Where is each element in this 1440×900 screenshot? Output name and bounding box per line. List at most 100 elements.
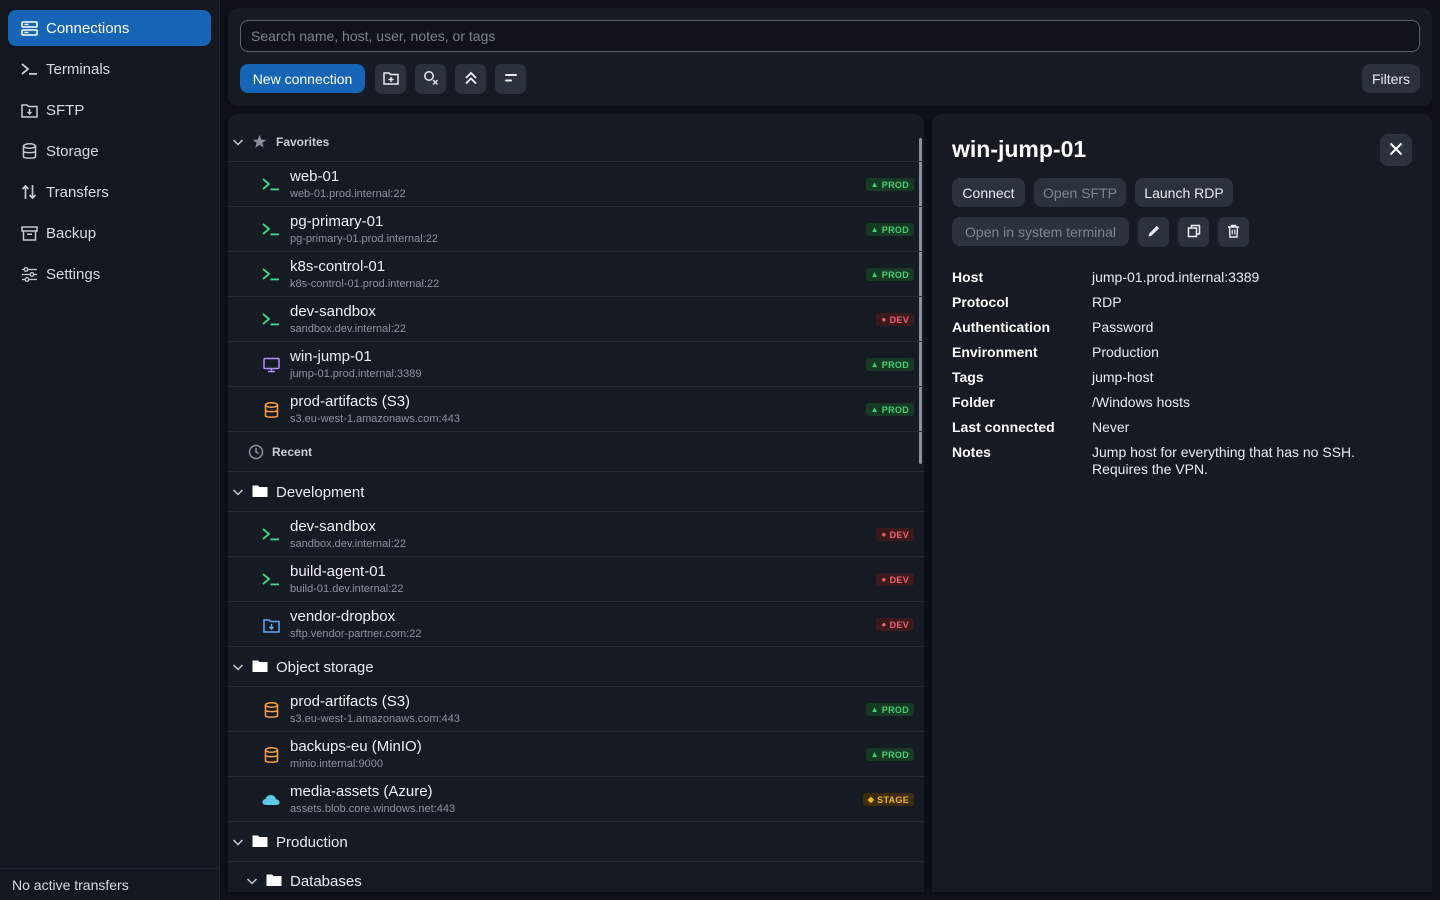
list-item[interactable]: web-01 web-01.prod.internal:22 ▲ PROD — [228, 161, 924, 206]
status-badge: ▲ PROD — [865, 268, 914, 281]
group-header-favorites[interactable]: Favorites — [228, 133, 924, 151]
new-folder-button[interactable] — [375, 64, 406, 94]
connection-name: build-agent-01 — [290, 563, 386, 580]
list-item[interactable]: build-agent-01 build-01.dev.internal:22 … — [228, 556, 924, 601]
group-label: Favorites — [276, 135, 330, 149]
sidebar-item-connections[interactable]: Connections — [8, 10, 211, 46]
connection-host: minio.internal:9000 — [290, 758, 383, 770]
search-input[interactable] — [240, 20, 1420, 52]
terminal-icon — [262, 176, 280, 194]
connection-name: prod-artifacts (S3) — [290, 393, 411, 410]
connection-host: web-01.prod.internal:22 — [290, 188, 406, 200]
page-title: win-jump-01 — [952, 136, 1087, 162]
list-item[interactable]: dev-sandbox sandbox.dev.internal:22 ● DEV — [228, 296, 924, 341]
archive-icon — [20, 224, 38, 242]
status-badge: ▲ PROD — [865, 748, 914, 761]
list-item[interactable]: backups-eu (MinIO) minio.internal:9000 ▲… — [228, 731, 924, 776]
group-header-recent[interactable]: Recent — [228, 443, 924, 461]
duplicate-button[interactable] — [1178, 217, 1209, 247]
connect-button[interactable]: Connect — [952, 178, 1025, 207]
open-sftp-button[interactable]: Open SFTP — [1034, 178, 1126, 207]
connections-icon — [20, 19, 38, 37]
list-item[interactable]: pg-primary-01 pg-primary-01.prod.interna… — [228, 206, 924, 251]
group-label: Recent — [272, 445, 313, 459]
divider — [228, 431, 924, 432]
delete-button[interactable] — [1218, 217, 1249, 247]
divider — [228, 471, 924, 472]
sidebar-item-terminals[interactable]: Terminals — [8, 51, 211, 87]
database-icon — [262, 701, 280, 719]
pencil-icon — [1147, 224, 1161, 241]
terminal-icon — [262, 311, 280, 329]
folder-icon — [266, 873, 282, 889]
database-icon — [20, 142, 38, 160]
status-badge: ▲ PROD — [865, 358, 914, 371]
list-item[interactable]: vendor-dropbox sftp.vendor-partner.com:2… — [228, 601, 924, 646]
list-item[interactable]: prod-artifacts (S3) s3.eu-west-1.amazona… — [228, 686, 924, 731]
terminal-icon — [262, 571, 280, 589]
terminal-icon — [262, 526, 280, 544]
field-label: Notes — [952, 444, 991, 460]
group-header-production[interactable]: Production — [228, 832, 924, 852]
collapse-all-button[interactable] — [455, 64, 486, 94]
connection-host: sftp.vendor-partner.com:22 — [290, 628, 422, 640]
close-button[interactable] — [1380, 134, 1412, 166]
search-clear-icon — [423, 70, 439, 89]
list-item[interactable]: dev-sandbox sandbox.dev.internal:22 ● DEV — [228, 511, 924, 556]
field-value: Jump host for everything that has no SSH… — [1092, 444, 1356, 477]
connection-host: build-01.dev.internal:22 — [290, 583, 404, 595]
sidebar-item-sftp[interactable]: SFTP — [8, 92, 211, 128]
copy-icon — [1187, 224, 1201, 241]
warning-triangle-icon: ▲ — [870, 180, 879, 189]
filters-button[interactable]: Filters — [1362, 64, 1420, 93]
terminal-icon — [262, 266, 280, 284]
new-connection-button[interactable]: New connection — [240, 64, 365, 93]
launch-rdp-button[interactable]: Launch RDP — [1135, 178, 1233, 207]
list-item[interactable]: prod-artifacts (S3) s3.eu-west-1.amazona… — [228, 386, 924, 431]
sliders-icon — [20, 265, 38, 283]
sftp-folder-icon — [20, 101, 38, 119]
folder-icon — [252, 834, 268, 850]
sidebar-item-settings[interactable]: Settings — [8, 256, 211, 292]
sort-button[interactable] — [495, 64, 526, 94]
folder-icon — [252, 484, 268, 500]
status-badge: ▲ PROD — [865, 703, 914, 716]
warning-triangle-icon: ▲ — [870, 360, 879, 369]
field-value: RDP — [1092, 294, 1122, 310]
cloud-icon — [262, 791, 280, 809]
status-badge: ▲ PROD — [865, 178, 914, 191]
connection-name: media-assets (Azure) — [290, 783, 433, 800]
warning-triangle-icon: ▲ — [870, 750, 879, 759]
clear-filter-button[interactable] — [415, 64, 446, 94]
field-label: Environment — [952, 344, 1038, 360]
sidebar-item-label: SFTP — [46, 101, 85, 119]
warning-triangle-icon: ▲ — [870, 270, 879, 279]
dot-icon: ● — [881, 620, 887, 629]
connection-host: sandbox.dev.internal:22 — [290, 323, 406, 335]
field-value: /Windows hosts — [1092, 394, 1191, 410]
chevron-down-icon — [232, 836, 244, 848]
field-label: Last connected — [952, 419, 1055, 435]
warning-triangle-icon: ▲ — [870, 225, 879, 234]
transfer-arrows-icon — [20, 183, 38, 201]
group-label: Object storage — [276, 658, 374, 676]
list-item[interactable]: win-jump-01 jump-01.prod.internal:3389 ▲… — [228, 341, 924, 386]
open-terminal-button[interactable]: Open in system terminal — [952, 217, 1129, 246]
group-header-databases[interactable]: Databases — [228, 871, 924, 891]
sidebar-item-label: Backup — [46, 224, 97, 242]
terminal-icon — [20, 60, 38, 78]
sidebar-item-transfers[interactable]: Transfers — [8, 174, 211, 210]
star-icon — [252, 134, 268, 150]
list-item[interactable]: media-assets (Azure) assets.blob.core.wi… — [228, 776, 924, 821]
edit-button[interactable] — [1138, 217, 1169, 247]
group-header-object-storage[interactable]: Object storage — [228, 657, 924, 677]
group-label: Development — [276, 483, 365, 501]
connection-list: Favorites web-01 web-01.prod.internal:22… — [228, 114, 924, 892]
connection-host: assets.blob.core.windows.net:443 — [290, 803, 456, 815]
group-header-development[interactable]: Development — [228, 482, 924, 502]
field-label: Authentication — [952, 319, 1050, 335]
sidebar-item-storage[interactable]: Storage — [8, 133, 211, 169]
sidebar-item-backup[interactable]: Backup — [8, 215, 211, 251]
list-item[interactable]: k8s-control-01 k8s-control-01.prod.inter… — [228, 251, 924, 296]
status-badge: ◆ STAGE — [862, 793, 914, 806]
